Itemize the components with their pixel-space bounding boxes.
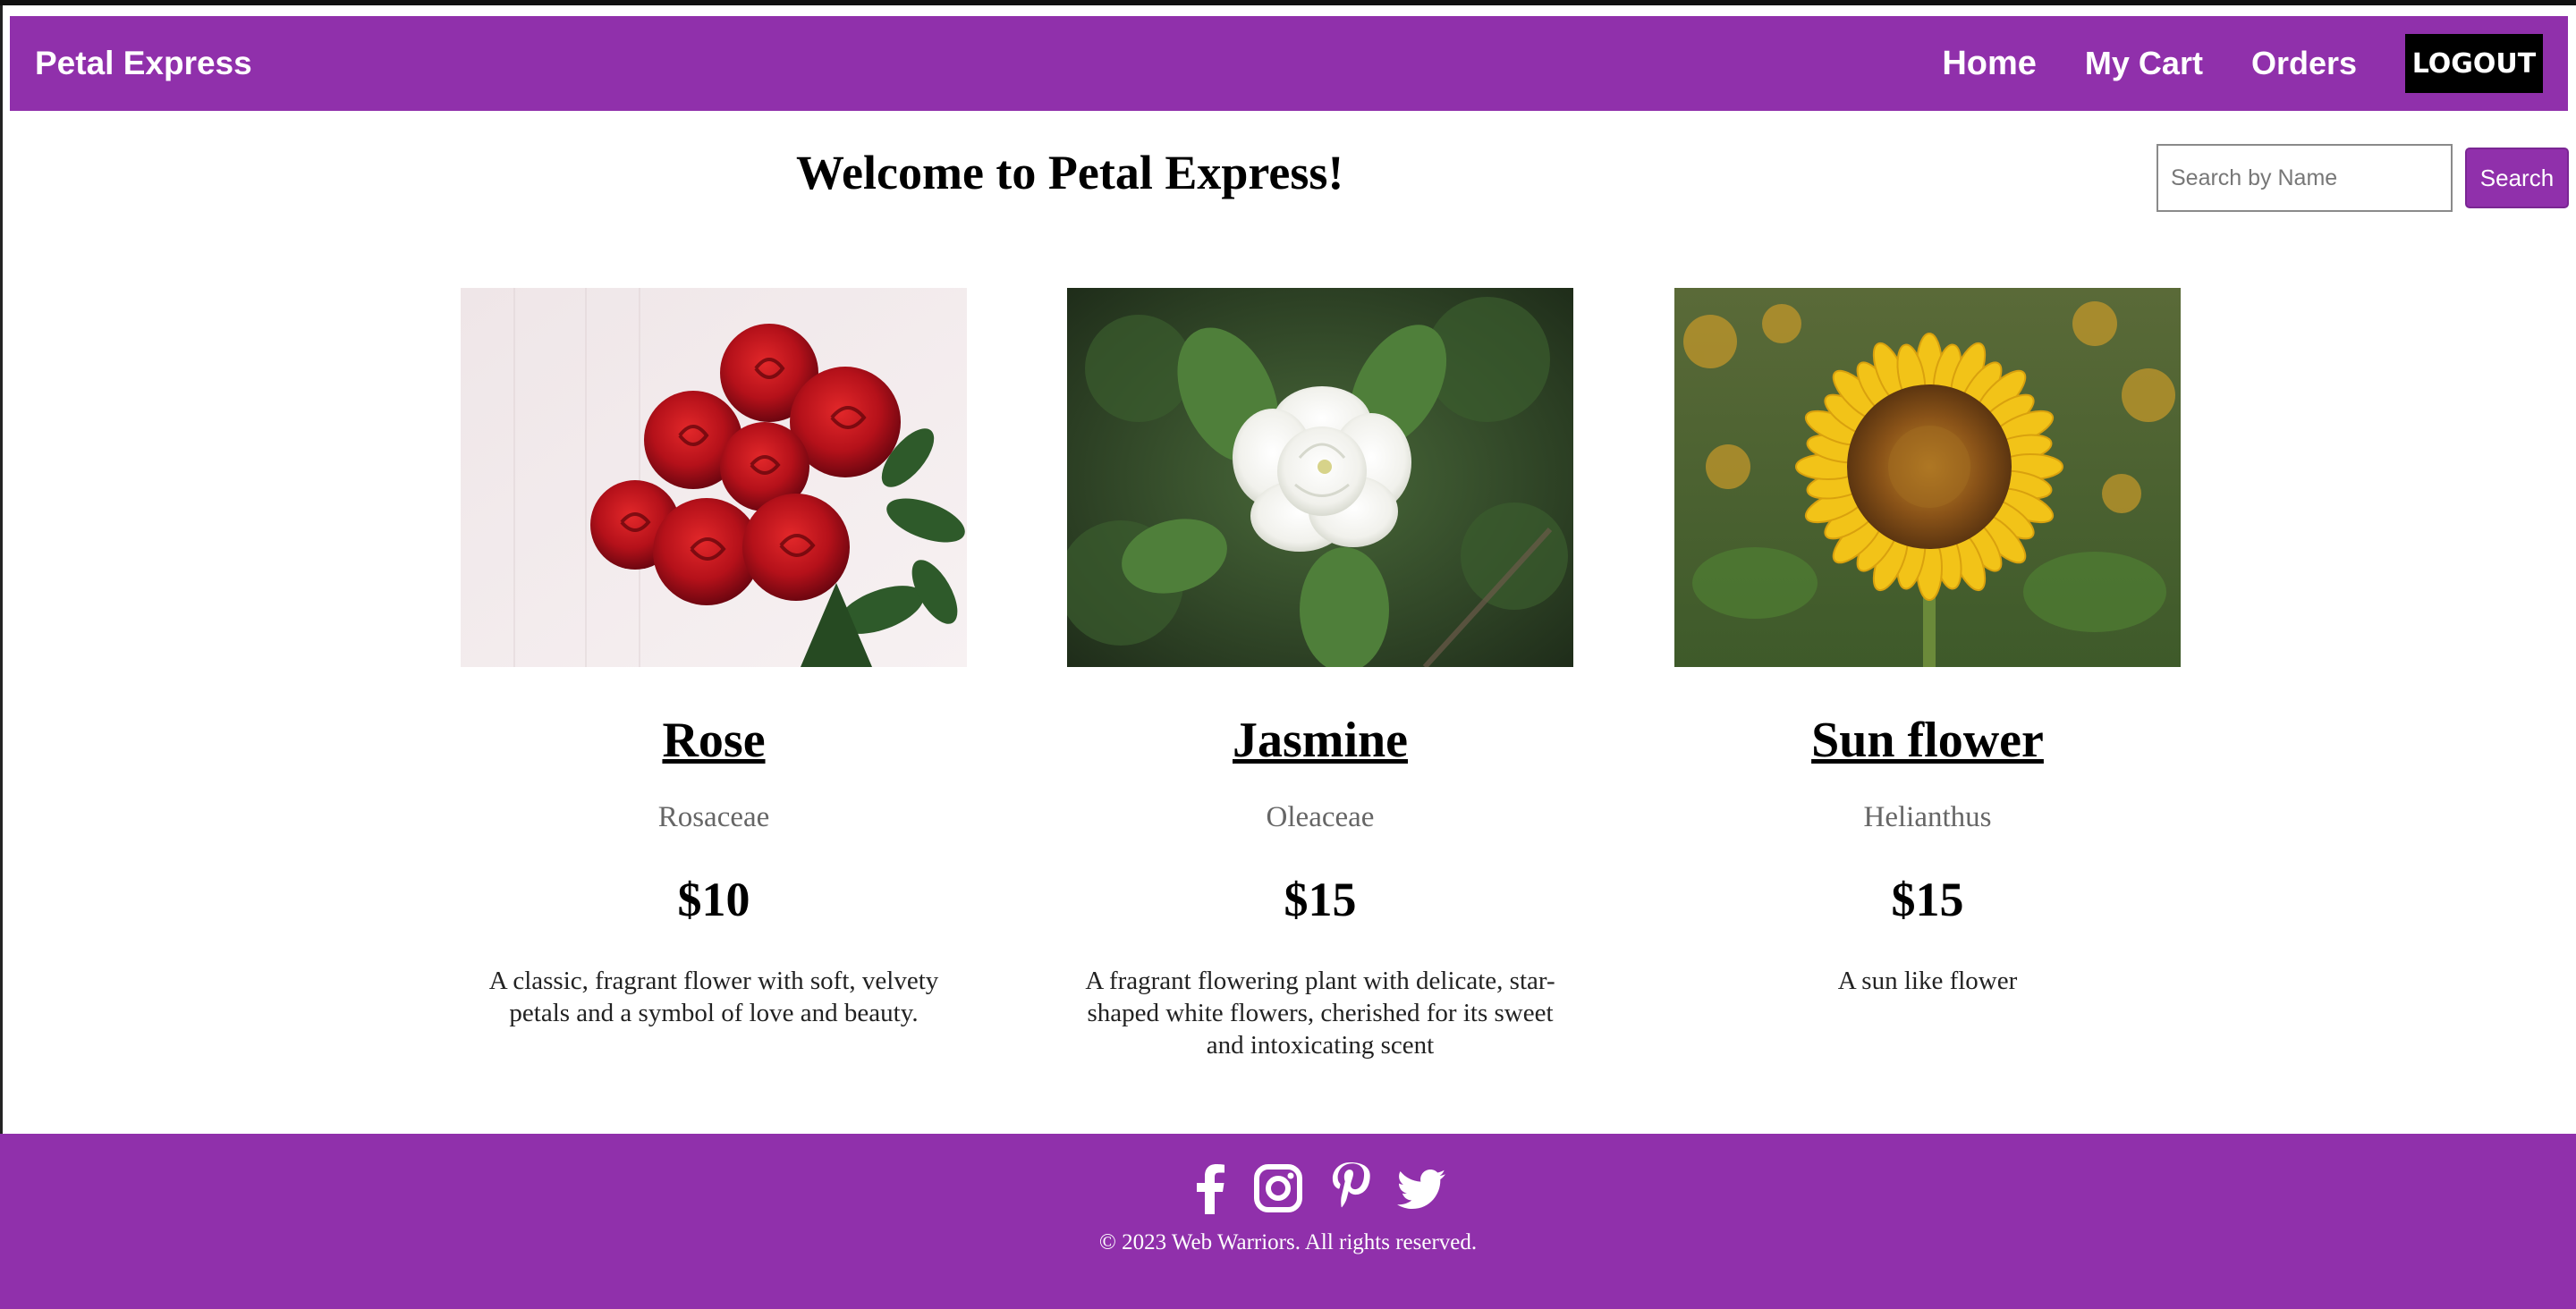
footer: © 2023 Web Warriors. All rights reserved… [0,1134,2576,1309]
search-button[interactable]: Search [2465,148,2569,208]
window-top-border [0,0,2576,5]
jasmine-image [1067,288,1573,667]
window-left-border [0,5,3,1134]
rose-image [461,288,967,667]
product-family: Rosaceae [657,801,770,833]
product-description: A fragrant flowering plant with delicate… [1085,967,1555,1060]
sunflower-image [1674,288,2181,667]
nav-home-link[interactable]: Home [1942,45,2037,83]
product-price: $15 [1891,873,1964,926]
pinterest-icon[interactable] [1331,1162,1370,1214]
product-card-rose: Rose Rosaceae $10 A classic, fragrant fl… [461,288,967,1029]
twitter-icon[interactable] [1397,1170,1445,1209]
product-family: Helianthus [1863,801,1992,833]
logout-button[interactable]: LOGOUT [2405,34,2543,93]
product-card-jasmine: Jasmine Oleaceae $15 A fragrant flowerin… [1067,288,1573,1061]
navbar: Petal Express Home My Cart Orders LOGOUT [10,16,2568,111]
product-name-link[interactable]: Sun flower [1674,712,2181,769]
product-card-sunflower: Sun flower Helianthus $15 A sun like flo… [1674,288,2181,997]
product-price: $15 [1284,873,1357,926]
nav-cart-link[interactable]: My Cart [2085,45,2203,82]
page-title: Welcome to Petal Express! [796,146,1344,199]
instagram-icon[interactable] [1254,1164,1302,1212]
facebook-icon[interactable] [1195,1164,1225,1214]
product-name-link[interactable]: Rose [461,712,967,769]
nav-links: Home My Cart Orders LOGOUT [1942,34,2543,93]
product-description: A sun like flower [1837,967,2018,995]
search-input[interactable] [2157,144,2453,212]
product-family: Oleaceae [1266,801,1375,833]
product-price: $10 [677,873,750,926]
product-description: A classic, fragrant flower with soft, ve… [488,967,939,1027]
product-name-link[interactable]: Jasmine [1067,712,1573,769]
copyright-text: © 2023 Web Warriors. All rights reserved… [1098,1230,1478,1254]
nav-orders-link[interactable]: Orders [2251,45,2357,82]
brand-logo[interactable]: Petal Express [35,45,252,82]
